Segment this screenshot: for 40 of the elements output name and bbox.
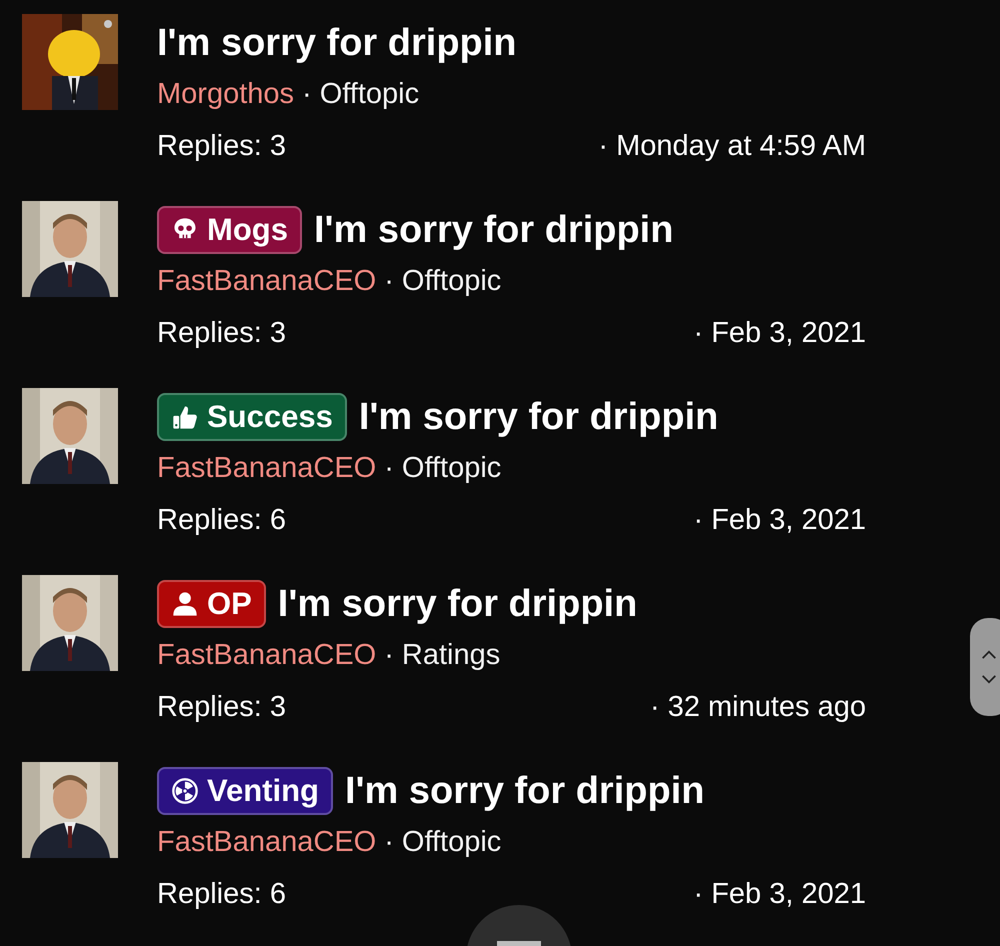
- prefix-badge[interactable]: Mogs: [157, 206, 302, 254]
- post-date: · Feb 3, 2021: [694, 504, 866, 536]
- scroll-control[interactable]: [970, 618, 1000, 716]
- post-date: · Feb 3, 2021: [694, 316, 866, 350]
- post-date: · Feb 3, 2021: [694, 878, 866, 910]
- chevron-down-icon[interactable]: [980, 674, 998, 685]
- forum-link[interactable]: Offtopic: [402, 264, 502, 298]
- separator-dot: ·: [384, 826, 394, 858]
- thread-title[interactable]: I'm sorry for drippin: [278, 582, 638, 626]
- replies-count: Replies: 3: [157, 130, 286, 162]
- author-link[interactable]: FastBananaCEO: [157, 638, 376, 672]
- separator-dot: ·: [384, 638, 394, 672]
- radiation-icon: [171, 777, 199, 805]
- replies-count: Replies: 3: [157, 316, 286, 350]
- replies-count: Replies: 6: [157, 504, 286, 536]
- author-link[interactable]: FastBananaCEO: [157, 264, 376, 298]
- separator-dot: ·: [384, 264, 394, 298]
- separator-dot: ·: [384, 452, 394, 484]
- separator-dot: ·: [302, 78, 312, 110]
- author-link[interactable]: FastBananaCEO: [157, 826, 376, 858]
- bar-icon: [497, 941, 541, 946]
- replies-count: Replies: 3: [157, 690, 286, 724]
- post-date: · 32 minutes ago: [650, 690, 866, 724]
- author-link[interactable]: FastBananaCEO: [157, 452, 376, 484]
- thread-title[interactable]: I'm sorry for drippin: [358, 396, 718, 438]
- thread-title[interactable]: I'm sorry for drippin: [157, 22, 517, 64]
- thread-title[interactable]: I'm sorry for drippin: [344, 770, 704, 812]
- forum-link[interactable]: Offtopic: [320, 78, 420, 110]
- post-date: · Monday at 4:59 AM: [598, 130, 866, 162]
- prefix-badge[interactable]: Success: [157, 393, 347, 441]
- prefix-badge[interactable]: OP: [157, 580, 266, 628]
- person-icon: [171, 590, 199, 618]
- forum-link[interactable]: Offtopic: [402, 826, 502, 858]
- chevron-up-icon[interactable]: [980, 649, 998, 660]
- author-link[interactable]: Morgothos: [157, 78, 294, 110]
- prefix-badge[interactable]: Venting: [157, 767, 333, 815]
- forum-link[interactable]: Offtopic: [402, 452, 502, 484]
- forum-link[interactable]: Ratings: [402, 638, 500, 672]
- replies-count: Replies: 6: [157, 878, 286, 910]
- thread-title[interactable]: I'm sorry for drippin: [314, 208, 674, 252]
